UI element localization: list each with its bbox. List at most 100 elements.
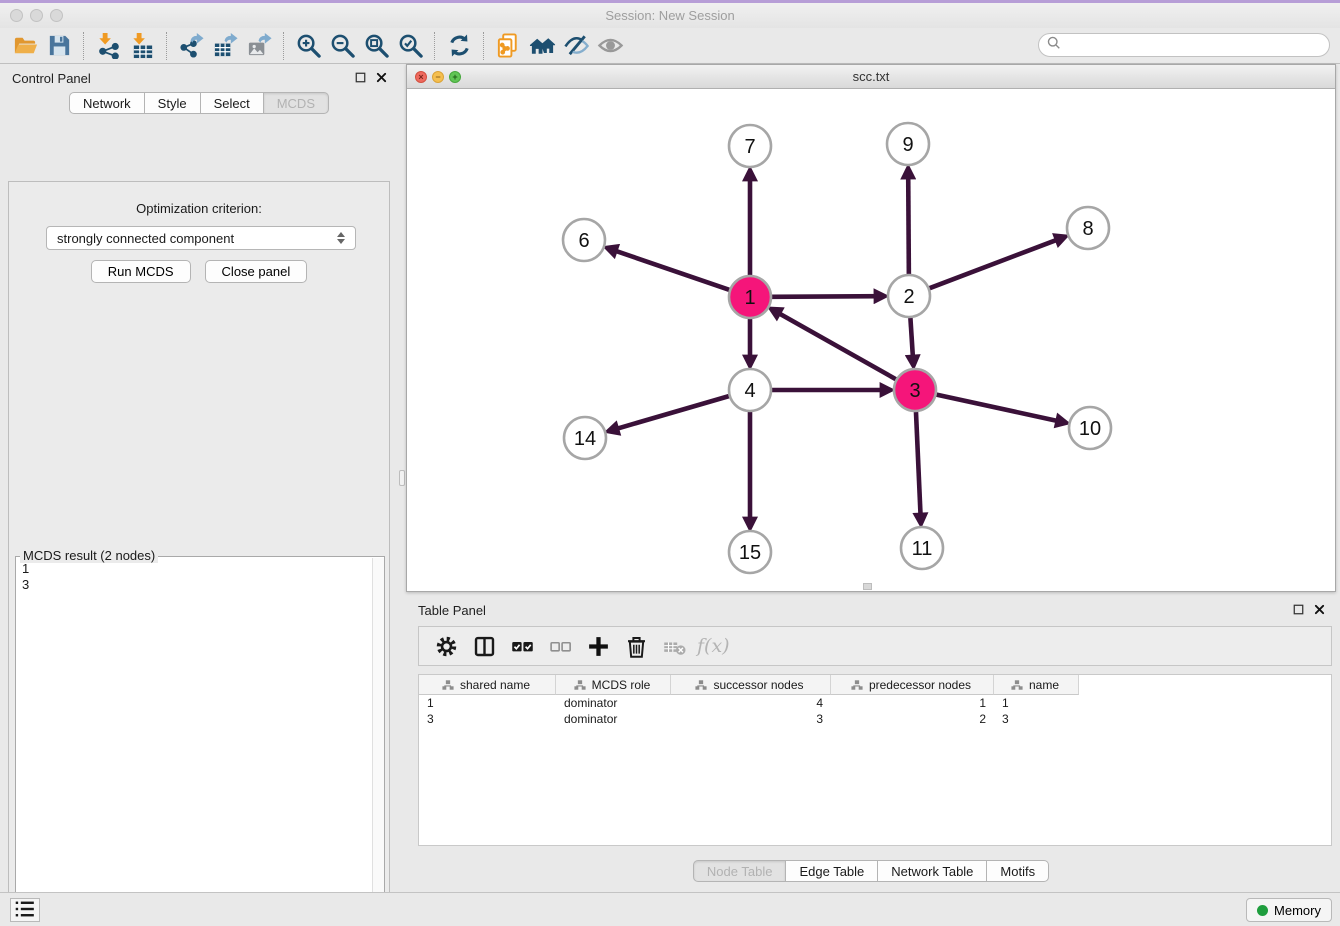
node-table[interactable]: shared nameMCDS rolesuccessor nodesprede… (418, 674, 1332, 846)
mcds-result-list[interactable]: 13 (16, 559, 371, 926)
network-graph[interactable]: 7 9 6 8 1 2 4 3 14 10 15 11 (407, 89, 1335, 591)
delete-row-icon[interactable] (619, 630, 653, 662)
select-all-icon[interactable] (505, 630, 539, 662)
table-cell[interactable]: 3 (419, 711, 556, 727)
edge-3-10[interactable] (936, 395, 1061, 422)
splitter-handle[interactable] (399, 470, 405, 486)
column-header-name[interactable]: name (994, 675, 1079, 695)
graph-node-7[interactable]: 7 (729, 125, 771, 167)
add-row-icon[interactable] (581, 630, 615, 662)
cytoscape-window: Session: New Session Control Panel Netwo… (0, 0, 1340, 926)
import-table-icon[interactable] (125, 31, 159, 61)
table-cell[interactable]: 2 (831, 711, 994, 727)
graph-node-2[interactable]: 2 (888, 275, 930, 317)
criterion-value: strongly connected component (57, 231, 234, 246)
canvas-scroll-handle[interactable] (863, 583, 872, 590)
table-cell[interactable]: 1 (831, 695, 994, 711)
tab-network[interactable]: Network (69, 92, 145, 114)
table-cell[interactable]: 1 (419, 695, 556, 711)
task-history-button[interactable] (10, 898, 40, 922)
hide-graphics-icon[interactable] (559, 31, 593, 61)
graph-node-11[interactable]: 11 (901, 527, 943, 569)
clone-network-icon[interactable] (491, 31, 525, 61)
search-icon (1045, 34, 1062, 56)
column-header-MCDS-role[interactable]: MCDS role (556, 675, 671, 695)
edge-2-9[interactable] (908, 173, 909, 274)
settings-icon[interactable] (429, 630, 463, 662)
hierarchy-icon (442, 679, 454, 691)
import-network-icon[interactable] (91, 31, 125, 61)
table-row[interactable]: 1dominator411 (419, 695, 1331, 711)
column-header-shared-name[interactable]: shared name (419, 675, 556, 695)
memory-button[interactable]: Memory (1246, 898, 1332, 922)
graph-node-8[interactable]: 8 (1067, 207, 1109, 249)
open-file-icon[interactable] (8, 31, 42, 61)
graph-node-10[interactable]: 10 (1069, 407, 1111, 449)
edge-2-3[interactable] (910, 318, 913, 361)
column-header-predecessor-nodes[interactable]: predecessor nodes (831, 675, 994, 695)
zoom-fit-icon[interactable] (359, 31, 393, 61)
run-mcds-button[interactable]: Run MCDS (91, 260, 191, 283)
panel-splitter[interactable] (398, 64, 406, 892)
tab-select[interactable]: Select (201, 92, 264, 114)
table-tabs: Node TableEdge TableNetwork TableMotifs (406, 860, 1336, 882)
graph-node-6[interactable]: 6 (563, 219, 605, 261)
show-graphics-icon[interactable] (593, 31, 627, 61)
close-panel-icon[interactable] (1313, 603, 1326, 616)
columns-icon[interactable] (467, 630, 501, 662)
network-window-titlebar[interactable]: × − + scc.txt (407, 65, 1335, 89)
search-box[interactable] (1038, 33, 1330, 57)
close-panel-icon[interactable] (375, 71, 388, 84)
result-scrollbar[interactable] (372, 558, 384, 926)
edge-2-8[interactable] (930, 238, 1061, 288)
graph-node-14[interactable]: 14 (564, 417, 606, 459)
zoom-out-icon[interactable] (325, 31, 359, 61)
export-network-icon[interactable] (174, 31, 208, 61)
export-table-icon[interactable] (208, 31, 242, 61)
session-title: Session: New Session (0, 8, 1340, 23)
edge-3-1[interactable] (775, 311, 896, 379)
float-panel-icon[interactable] (1292, 603, 1305, 616)
table-cell[interactable]: 3 (994, 711, 1079, 727)
graph-node-3[interactable]: 3 (894, 369, 936, 411)
edge-1-2[interactable] (772, 296, 880, 297)
table-cell[interactable]: 4 (671, 695, 831, 711)
graph-node-4[interactable]: 4 (729, 369, 771, 411)
table-cell[interactable]: 1 (994, 695, 1079, 711)
criterion-select[interactable]: strongly connected component (46, 226, 356, 250)
table-cell[interactable]: dominator (556, 695, 671, 711)
export-image-icon[interactable] (242, 31, 276, 61)
zoom-selected-icon[interactable] (393, 31, 427, 61)
edge-1-6[interactable] (611, 249, 729, 289)
svg-text:3: 3 (909, 380, 920, 402)
mac-titlebar[interactable]: Session: New Session (0, 3, 1340, 28)
zoom-in-icon[interactable] (291, 31, 325, 61)
tab-edge-table[interactable]: Edge Table (786, 860, 878, 882)
float-panel-icon[interactable] (354, 71, 367, 84)
tab-mcds[interactable]: MCDS (264, 92, 329, 114)
svg-text:15: 15 (739, 542, 761, 564)
tab-style[interactable]: Style (145, 92, 201, 114)
memory-label: Memory (1274, 903, 1321, 918)
svg-text:2: 2 (903, 286, 914, 308)
tab-node-table[interactable]: Node Table (693, 860, 787, 882)
save-session-icon[interactable] (42, 31, 76, 61)
refresh-icon[interactable] (442, 31, 476, 61)
edge-4-14[interactable] (613, 396, 729, 430)
table-panel: Table Panel f(x) shared nameMCDS rolesuc… (406, 596, 1336, 886)
graph-node-9[interactable]: 9 (887, 123, 929, 165)
network-canvas[interactable]: 7 9 6 8 1 2 4 3 14 10 15 11 (407, 89, 1335, 591)
edge-3-11[interactable] (916, 412, 921, 519)
column-header-successor-nodes[interactable]: successor nodes (671, 675, 831, 695)
home-icon[interactable] (525, 31, 559, 61)
close-panel-button[interactable]: Close panel (205, 260, 308, 283)
graph-node-1[interactable]: 1 (729, 276, 771, 318)
table-cell[interactable]: 3 (671, 711, 831, 727)
table-cell[interactable]: dominator (556, 711, 671, 727)
tab-network-table[interactable]: Network Table (878, 860, 987, 882)
search-input[interactable] (1062, 36, 1329, 54)
tab-motifs[interactable]: Motifs (987, 860, 1049, 882)
table-row[interactable]: 3dominator323 (419, 711, 1331, 727)
deselect-all-icon[interactable] (543, 630, 577, 662)
graph-node-15[interactable]: 15 (729, 531, 771, 573)
